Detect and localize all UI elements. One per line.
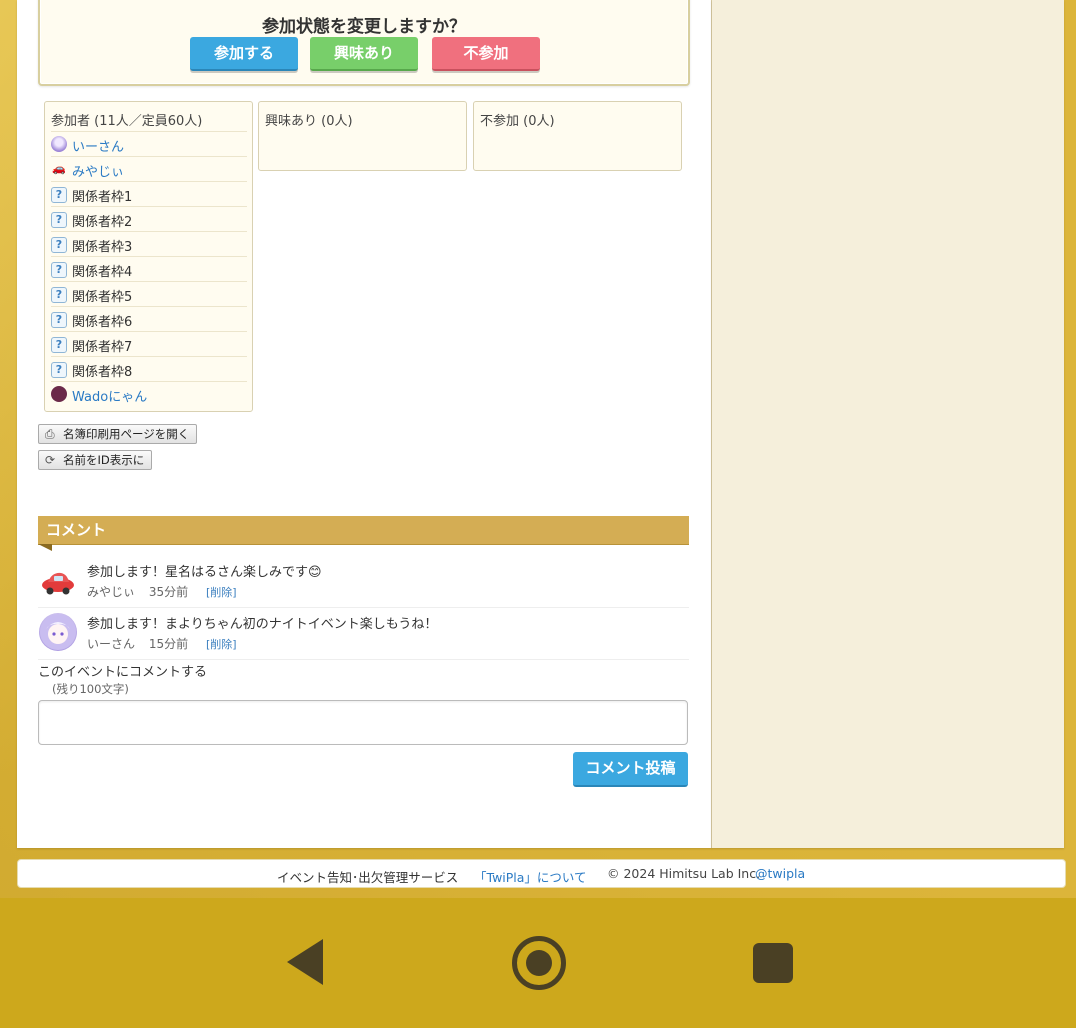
ribbon-fold — [38, 544, 52, 551]
about-link[interactable]: 「TwiPla」について — [474, 867, 587, 886]
list-item: ? 関係者枠6 — [51, 306, 247, 331]
print-roster-label: 名簿印刷用ページを開く — [63, 427, 190, 441]
participant-name[interactable]: Wadoにゃん — [72, 386, 147, 405]
interested-header: 興味あり (0人) — [265, 114, 353, 129]
interested-list: 興味あり (0人) — [258, 101, 467, 171]
question-icon: ? — [51, 212, 67, 228]
remaining-characters: (残り100文字) — [52, 682, 129, 696]
list-item: ? 関係者枠8 — [51, 356, 247, 381]
comment-item: 参加します！まよりちゃん初のナイトイベント楽しもうね！ いーさん 15分前 [削… — [38, 607, 689, 660]
question-icon: ? — [51, 337, 67, 353]
recent-apps-icon[interactable] — [753, 943, 793, 983]
avatar-icon — [51, 136, 67, 152]
list-item: ? 関係者枠3 — [51, 231, 247, 256]
attending-list: 参加者 (11人／定員60人) いーさん 🚗 みやじぃ ? 関係者枠1 ? 関係… — [44, 101, 253, 412]
question-icon: ? — [51, 312, 67, 328]
participant-name: 関係者枠7 — [72, 340, 133, 355]
participant-name: 関係者枠1 — [72, 190, 133, 205]
toggle-id-label: 名前をID表示に — [63, 453, 145, 467]
list-item: ? 関係者枠2 — [51, 206, 247, 231]
post-comment-button[interactable]: コメント投稿 — [573, 752, 688, 787]
comments-header: コメント — [38, 516, 689, 545]
participant-name[interactable]: いーさん — [72, 136, 124, 155]
printer-icon: ⎙ — [45, 427, 55, 441]
delete-comment-link[interactable]: [削除] — [206, 638, 237, 651]
comment-text: 参加します！星名はるさん楽しみです😊 — [87, 565, 322, 580]
comment-author[interactable]: みやじぃ — [87, 585, 135, 599]
list-item: ? 関係者枠5 — [51, 281, 247, 306]
avatar-icon — [51, 386, 67, 402]
question-icon: ? — [51, 362, 67, 378]
back-icon[interactable] — [287, 939, 323, 985]
comment-time: 35分前 — [148, 585, 189, 599]
delete-comment-link[interactable]: [削除] — [206, 586, 237, 599]
interested-button[interactable]: 興味あり — [310, 37, 418, 71]
comment-meta: いーさん 15分前 [削除] — [87, 635, 237, 652]
comment-input[interactable] — [38, 700, 688, 745]
list-item[interactable]: 🚗 みやじぃ — [51, 156, 247, 181]
status-question: 参加状態を変更しますか？ — [262, 17, 466, 37]
user-avatar-icon[interactable] — [39, 613, 77, 651]
participant-name: 関係者枠5 — [72, 290, 133, 305]
participant-name[interactable]: みやじぃ — [72, 161, 124, 180]
attend-button[interactable]: 参加する — [190, 37, 298, 71]
question-icon: ? — [51, 187, 67, 203]
list-item: ? 関係者枠1 — [51, 181, 247, 206]
comment-text: 参加します！まよりちゃん初のナイトイベント楽しもうね！ — [87, 617, 438, 632]
home-icon[interactable] — [512, 936, 566, 990]
question-icon: ? — [51, 262, 67, 278]
comment-author[interactable]: いーさん — [87, 637, 135, 651]
list-item[interactable]: Wadoにゃん — [51, 381, 247, 406]
toggle-id-display-button[interactable]: ⟳ 名前をID表示に — [38, 450, 153, 470]
attending-header: 参加者 (11人／定員60人) — [51, 114, 203, 129]
question-icon: ? — [51, 287, 67, 303]
sidebar — [712, 0, 1064, 848]
question-icon: ? — [51, 237, 67, 253]
list-item[interactable]: いーさん — [51, 131, 247, 156]
comment-form-label: このイベントにコメントする — [38, 665, 208, 680]
twitter-link[interactable]: @twipla — [755, 866, 805, 881]
absent-header: 不参加 (0人) — [480, 114, 555, 129]
absent-list: 不参加 (0人) — [473, 101, 682, 171]
footer: イベント告知･出欠管理サービス 「TwiPla」について © 2024 Himi… — [17, 859, 1066, 888]
car-icon: 🚗 — [52, 162, 66, 175]
service-description: イベント告知･出欠管理サービス — [277, 870, 459, 885]
list-item: ? 関係者枠4 — [51, 256, 247, 281]
participant-name: 関係者枠3 — [72, 240, 133, 255]
participant-name: 関係者枠8 — [72, 365, 133, 380]
list-item: ? 関係者枠7 — [51, 331, 247, 356]
car-avatar-icon[interactable] — [39, 561, 77, 599]
comment-meta: みやじぃ 35分前 [削除] — [87, 583, 237, 600]
copyright: © 2024 Himitsu Lab Inc. — [607, 866, 761, 881]
participant-name: 関係者枠2 — [72, 215, 133, 230]
attendance-status-panel: 参加状態を変更しますか？ 参加する 興味あり 不参加 — [38, 0, 690, 86]
participant-name: 関係者枠4 — [72, 265, 133, 280]
participant-name: 関係者枠6 — [72, 315, 133, 330]
comment-time: 15分前 — [148, 637, 189, 651]
absent-button[interactable]: 不参加 — [432, 37, 540, 71]
comment-item: 参加します！星名はるさん楽しみです😊 みやじぃ 35分前 [削除] — [38, 555, 689, 608]
home-dot — [526, 950, 552, 976]
print-roster-button[interactable]: ⎙ 名簿印刷用ページを開く — [38, 424, 198, 444]
refresh-icon: ⟳ — [45, 453, 56, 467]
